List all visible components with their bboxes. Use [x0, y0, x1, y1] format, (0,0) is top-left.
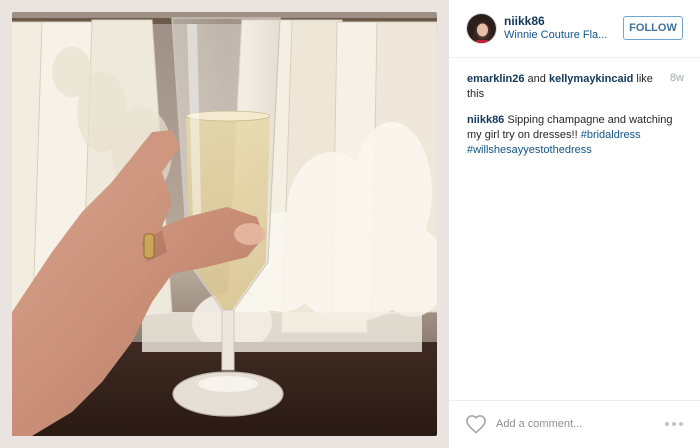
comment-input[interactable] [496, 413, 656, 435]
hashtag-link[interactable]: #bridaldress [581, 129, 641, 141]
post-username[interactable]: niikk86 [504, 14, 545, 28]
heart-icon[interactable] [465, 414, 487, 434]
photo-panel [0, 0, 449, 448]
post-footer [449, 400, 700, 448]
likes-line: emarklin26 and kellymaykincaid like this [467, 72, 657, 102]
post-sidebar: niikk86 Winnie Couture Fla... FOLLOW ema… [449, 0, 700, 448]
likes-joiner: and [524, 73, 549, 85]
caption-username[interactable]: niikk86 [467, 114, 504, 126]
post-header: niikk86 Winnie Couture Fla... FOLLOW [449, 0, 700, 58]
follow-button[interactable]: FOLLOW [623, 16, 683, 40]
dot-icon [679, 422, 683, 426]
avatar[interactable] [466, 13, 497, 44]
post-age: 8w [669, 72, 684, 84]
dot-icon [672, 422, 676, 426]
post-location[interactable]: Winnie Couture Fla... [504, 29, 607, 41]
liker-username[interactable]: kellymaykincaid [549, 73, 633, 85]
liker-username[interactable]: emarklin26 [467, 73, 524, 85]
hashtag-link[interactable]: #willshesayyestothedress [467, 144, 592, 156]
post-photo[interactable] [12, 12, 437, 436]
more-options-icon[interactable] [665, 422, 685, 428]
dot-icon [665, 422, 669, 426]
post-caption: niikk86 Sipping champagne and watching m… [467, 113, 687, 158]
